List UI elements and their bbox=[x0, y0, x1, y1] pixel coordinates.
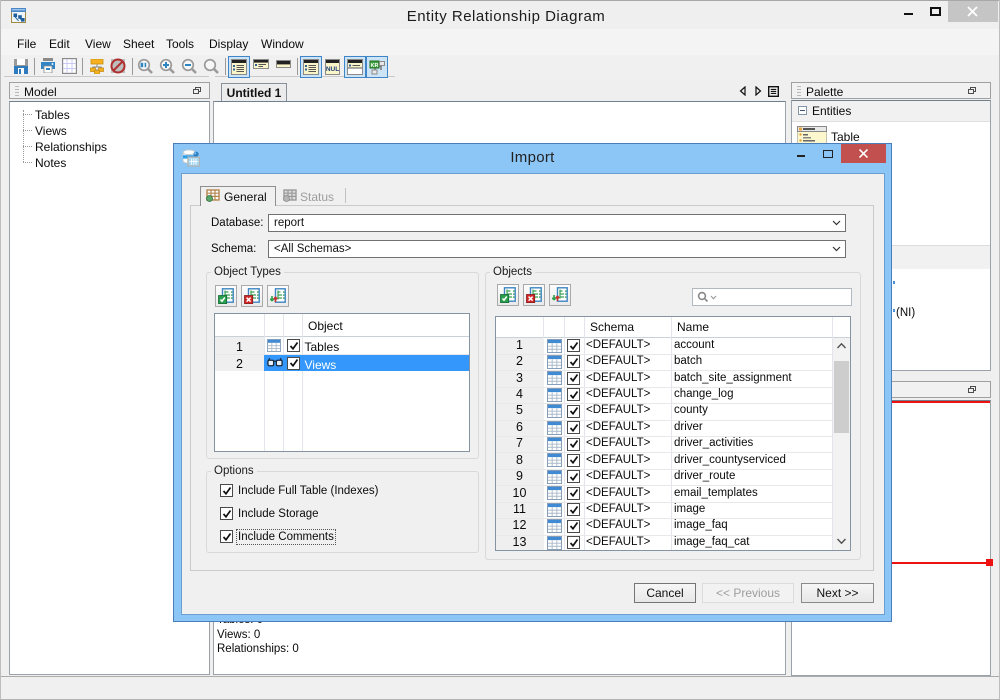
svg-text:NUL: NUL bbox=[326, 66, 339, 73]
svg-text:KR: KR bbox=[371, 63, 379, 69]
